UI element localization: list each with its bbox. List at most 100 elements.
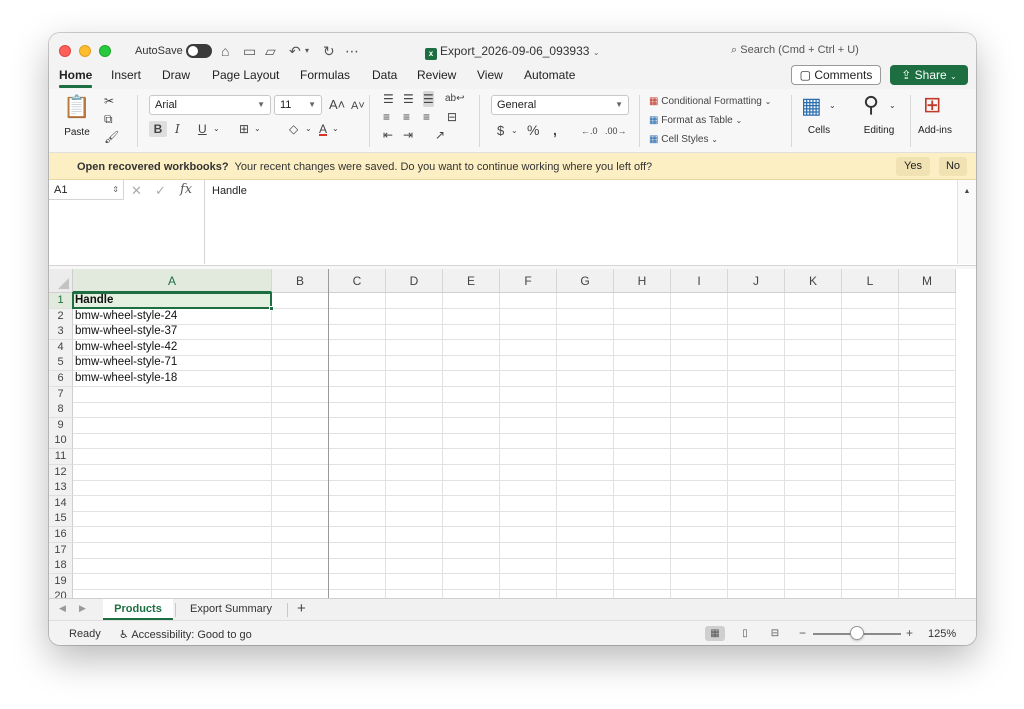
cell-h8[interactable] — [614, 402, 671, 419]
cell-k18[interactable] — [785, 558, 842, 575]
column-header-j[interactable]: J — [728, 269, 785, 293]
cell-b8[interactable] — [272, 402, 329, 419]
cell-d12[interactable] — [386, 464, 443, 481]
cell-g5[interactable] — [557, 355, 614, 372]
cell-a12[interactable] — [73, 464, 272, 481]
cell-i17[interactable] — [671, 542, 728, 559]
wrap-text-icon[interactable]: ab↩ — [445, 91, 465, 107]
cell-k13[interactable] — [785, 480, 842, 497]
cell-b19[interactable] — [272, 573, 329, 590]
cell-l6[interactable] — [842, 371, 899, 387]
cell-d8[interactable] — [386, 402, 443, 419]
font-color-dropdown-icon[interactable]: ⌄ — [332, 121, 339, 137]
cell-a20[interactable] — [73, 589, 272, 598]
cell-e15[interactable] — [443, 511, 500, 528]
worksheet-grid[interactable]: A B C D E F G H I J K L M 1 Handle 2 bmw-wheel-style-24 3… — [49, 269, 976, 598]
cell-b11[interactable] — [272, 449, 329, 465]
cell-a10[interactable] — [73, 433, 272, 450]
cell-f15[interactable] — [500, 511, 557, 528]
italic-icon[interactable]: I — [175, 121, 180, 137]
cell-h19[interactable] — [614, 573, 671, 590]
select-all-button[interactable] — [49, 269, 73, 293]
font-size-select[interactable]: 11 ▼ — [274, 95, 322, 115]
cell-m4[interactable] — [899, 339, 956, 356]
cell-b6[interactable] — [272, 371, 329, 387]
cell-g16[interactable] — [557, 527, 614, 543]
cell-f7[interactable] — [500, 386, 557, 403]
cell-k2[interactable] — [785, 308, 842, 325]
cell-l4[interactable] — [842, 339, 899, 356]
cell-g11[interactable] — [557, 449, 614, 465]
cell-k6[interactable] — [785, 371, 842, 387]
cell-b14[interactable] — [272, 495, 329, 512]
cell-i13[interactable] — [671, 480, 728, 497]
cell-l2[interactable] — [842, 308, 899, 325]
next-sheet-icon[interactable]: ▶ — [79, 603, 86, 614]
row-header[interactable]: 13 — [49, 480, 73, 497]
tab-insert[interactable]: Insert — [111, 68, 141, 82]
cell-k12[interactable] — [785, 464, 842, 481]
fill-color-icon[interactable]: ◇ — [289, 121, 298, 137]
tab-formulas[interactable]: Formulas — [300, 68, 350, 82]
autosave-toggle[interactable] — [186, 44, 212, 58]
decrease-font-size-icon[interactable]: A˅ — [351, 98, 365, 114]
cell-h20[interactable] — [614, 589, 671, 598]
row-header[interactable]: 19 — [49, 573, 73, 590]
cell-l14[interactable] — [842, 495, 899, 512]
cell-k3[interactable] — [785, 324, 842, 341]
cell-e3[interactable] — [443, 324, 500, 341]
cell-b5[interactable] — [272, 355, 329, 372]
cell-j7[interactable] — [728, 386, 785, 403]
cell-j1[interactable] — [728, 293, 785, 309]
row-header[interactable]: 1 — [49, 293, 73, 309]
cell-g10[interactable] — [557, 433, 614, 450]
column-header-b[interactable]: B — [272, 269, 329, 293]
cell-a6[interactable]: bmw-wheel-style-18 — [73, 371, 272, 387]
paste-icon[interactable]: 📋 — [63, 95, 90, 119]
cell-b13[interactable] — [272, 480, 329, 497]
cell-a17[interactable] — [73, 542, 272, 559]
cell-f16[interactable] — [500, 527, 557, 543]
cell-g15[interactable] — [557, 511, 614, 528]
cell-d13[interactable] — [386, 480, 443, 497]
cell-e6[interactable] — [443, 371, 500, 387]
zoom-out-button[interactable]: − — [799, 626, 806, 640]
tab-review[interactable]: Review — [417, 68, 456, 82]
column-header-l[interactable]: L — [842, 269, 899, 293]
cut-icon[interactable]: ✂ — [104, 93, 114, 109]
cell-c20[interactable] — [329, 589, 386, 598]
cell-e13[interactable] — [443, 480, 500, 497]
align-top-icon[interactable]: ☰ — [383, 91, 394, 107]
cell-e2[interactable] — [443, 308, 500, 325]
cell-g6[interactable] — [557, 371, 614, 387]
tab-view[interactable]: View — [477, 68, 503, 82]
cell-j17[interactable] — [728, 542, 785, 559]
fill-color-dropdown-icon[interactable]: ⌄ — [305, 121, 312, 137]
increase-indent-icon[interactable]: ⇥ — [403, 127, 413, 143]
column-header-k[interactable]: K — [785, 269, 842, 293]
cell-f10[interactable] — [500, 433, 557, 450]
cell-m18[interactable] — [899, 558, 956, 575]
cell-l20[interactable] — [842, 589, 899, 598]
cell-l5[interactable] — [842, 355, 899, 372]
cell-m8[interactable] — [899, 402, 956, 419]
cell-i4[interactable] — [671, 339, 728, 356]
cell-g13[interactable] — [557, 480, 614, 497]
cell-j3[interactable] — [728, 324, 785, 341]
cell-b12[interactable] — [272, 464, 329, 481]
cell-f6[interactable] — [500, 371, 557, 387]
cell-g19[interactable] — [557, 573, 614, 590]
cell-a11[interactable] — [73, 449, 272, 465]
cell-h17[interactable] — [614, 542, 671, 559]
cell-d9[interactable] — [386, 417, 443, 434]
cell-h3[interactable] — [614, 324, 671, 341]
formula-confirm-icon[interactable]: ✓ — [155, 183, 166, 199]
cell-g7[interactable] — [557, 386, 614, 403]
close-window-button[interactable] — [59, 45, 71, 57]
row-header[interactable]: 12 — [49, 464, 73, 481]
cell-e1[interactable] — [443, 293, 500, 309]
cell-h2[interactable] — [614, 308, 671, 325]
cell-j20[interactable] — [728, 589, 785, 598]
tab-draw[interactable]: Draw — [162, 68, 190, 82]
cell-c1[interactable] — [329, 293, 386, 309]
